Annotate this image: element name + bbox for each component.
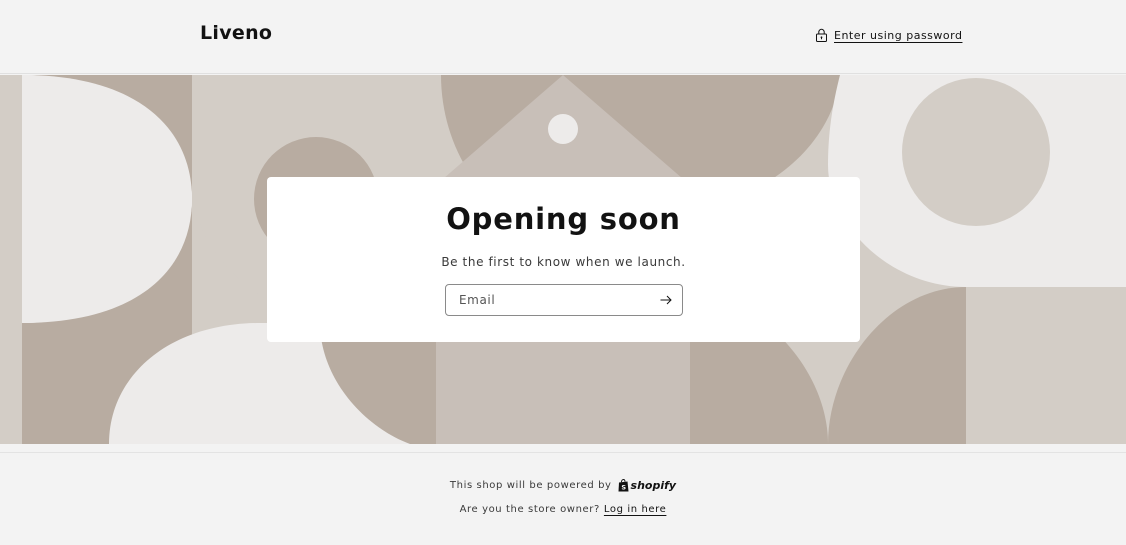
store-owner-text: Are you the store owner? xyxy=(459,504,600,515)
email-form xyxy=(445,284,683,316)
page-subtitle: Be the first to know when we launch. xyxy=(441,255,686,269)
powered-by: This shop will be powered by S shopify xyxy=(0,479,1126,492)
footer-divider xyxy=(0,452,1126,453)
page-title: Opening soon xyxy=(446,202,681,236)
login-link[interactable]: Log in here xyxy=(604,504,666,515)
svg-text:S: S xyxy=(621,484,626,492)
shopify-bag-icon: S xyxy=(618,479,629,492)
email-input[interactable] xyxy=(446,286,646,314)
shopify-wordmark: shopify xyxy=(630,479,677,492)
submit-button[interactable] xyxy=(658,293,674,307)
lock-icon xyxy=(815,28,828,42)
enter-password-label[interactable]: Enter using password xyxy=(834,29,962,42)
store-logo[interactable]: Liveno xyxy=(200,22,272,44)
enter-password-link[interactable]: Enter using password xyxy=(815,28,962,42)
powered-by-text: This shop will be powered by xyxy=(449,480,612,491)
store-owner-row: Are you the store owner? Log in here xyxy=(0,504,1126,515)
site-header: Liveno Enter using password xyxy=(0,0,1126,74)
shopify-logo[interactable]: S shopify xyxy=(618,479,677,492)
arrow-right-icon xyxy=(660,295,672,305)
newsletter-card: Opening soon Be the first to know when w… xyxy=(267,177,860,342)
